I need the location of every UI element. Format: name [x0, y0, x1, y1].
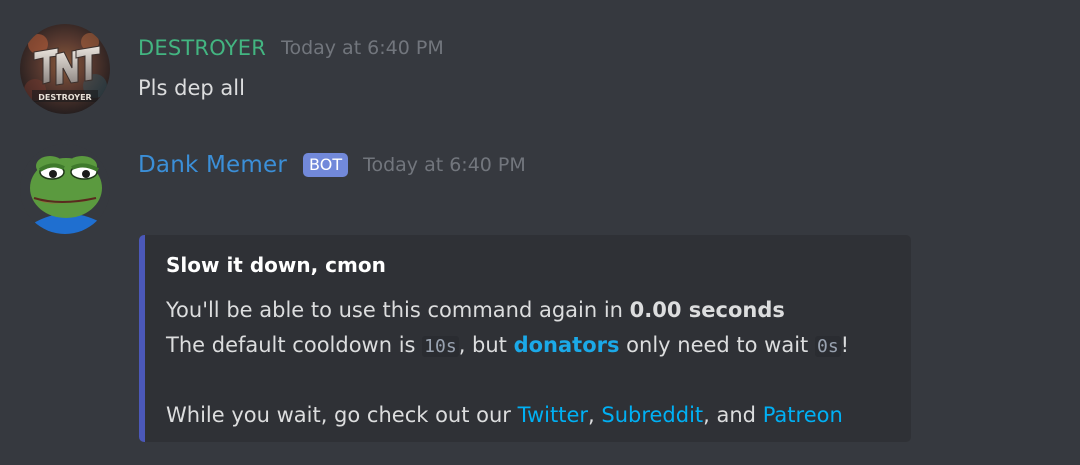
- cooldown-value: 0.00 seconds: [629, 298, 785, 322]
- default-cooldown-line: The default cooldown is 10s, but donator…: [166, 328, 849, 363]
- text-segment: only need to wait: [619, 333, 815, 357]
- donators-link[interactable]: donators: [514, 333, 620, 357]
- patreon-link[interactable]: Patreon: [763, 403, 843, 427]
- message-header: DESTROYER Today at 6:40 PM: [138, 36, 444, 60]
- links-line: While you wait, go check out our Twitter…: [166, 398, 849, 433]
- donator-cooldown-code: 0s: [814, 336, 841, 357]
- pepe-frog-avatar-image: [20, 144, 110, 234]
- default-cooldown-text: The default cooldown is: [166, 333, 423, 357]
- embed-card: Slow it down, cmon You'll be able to use…: [139, 235, 911, 442]
- embed-title: Slow it down, cmon: [166, 253, 386, 277]
- twitter-link[interactable]: Twitter: [518, 403, 588, 427]
- subreddit-link[interactable]: Subreddit: [601, 403, 703, 427]
- embed-description: You'll be able to use this command again…: [166, 293, 849, 433]
- avatar[interactable]: [20, 144, 110, 234]
- svg-text:DESTROYER: DESTROYER: [38, 93, 91, 102]
- timestamp: Today at 6:40 PM: [281, 37, 444, 59]
- username[interactable]: Dank Memer: [138, 152, 287, 178]
- message-header: Dank Memer BOT Today at 6:40 PM: [138, 152, 526, 178]
- cooldown-text: You'll be able to use this command again…: [166, 298, 630, 322]
- text-segment: !: [840, 333, 850, 357]
- embed-accent-bar: [139, 235, 145, 442]
- timestamp: Today at 6:40 PM: [363, 154, 526, 176]
- text-segment: , but: [458, 333, 514, 357]
- cooldown-line: You'll be able to use this command again…: [166, 293, 849, 328]
- username[interactable]: DESTROYER: [138, 36, 266, 60]
- separator: , and: [703, 403, 763, 427]
- links-text: While you wait, go check out our: [166, 403, 518, 427]
- tnt-avatar-image: DESTROYER: [20, 24, 110, 114]
- bot-badge: BOT: [303, 153, 349, 177]
- separator: ,: [588, 403, 602, 427]
- avatar[interactable]: DESTROYER: [20, 24, 110, 114]
- message-content: Pls dep all: [138, 76, 245, 100]
- default-cooldown-code: 10s: [422, 336, 459, 357]
